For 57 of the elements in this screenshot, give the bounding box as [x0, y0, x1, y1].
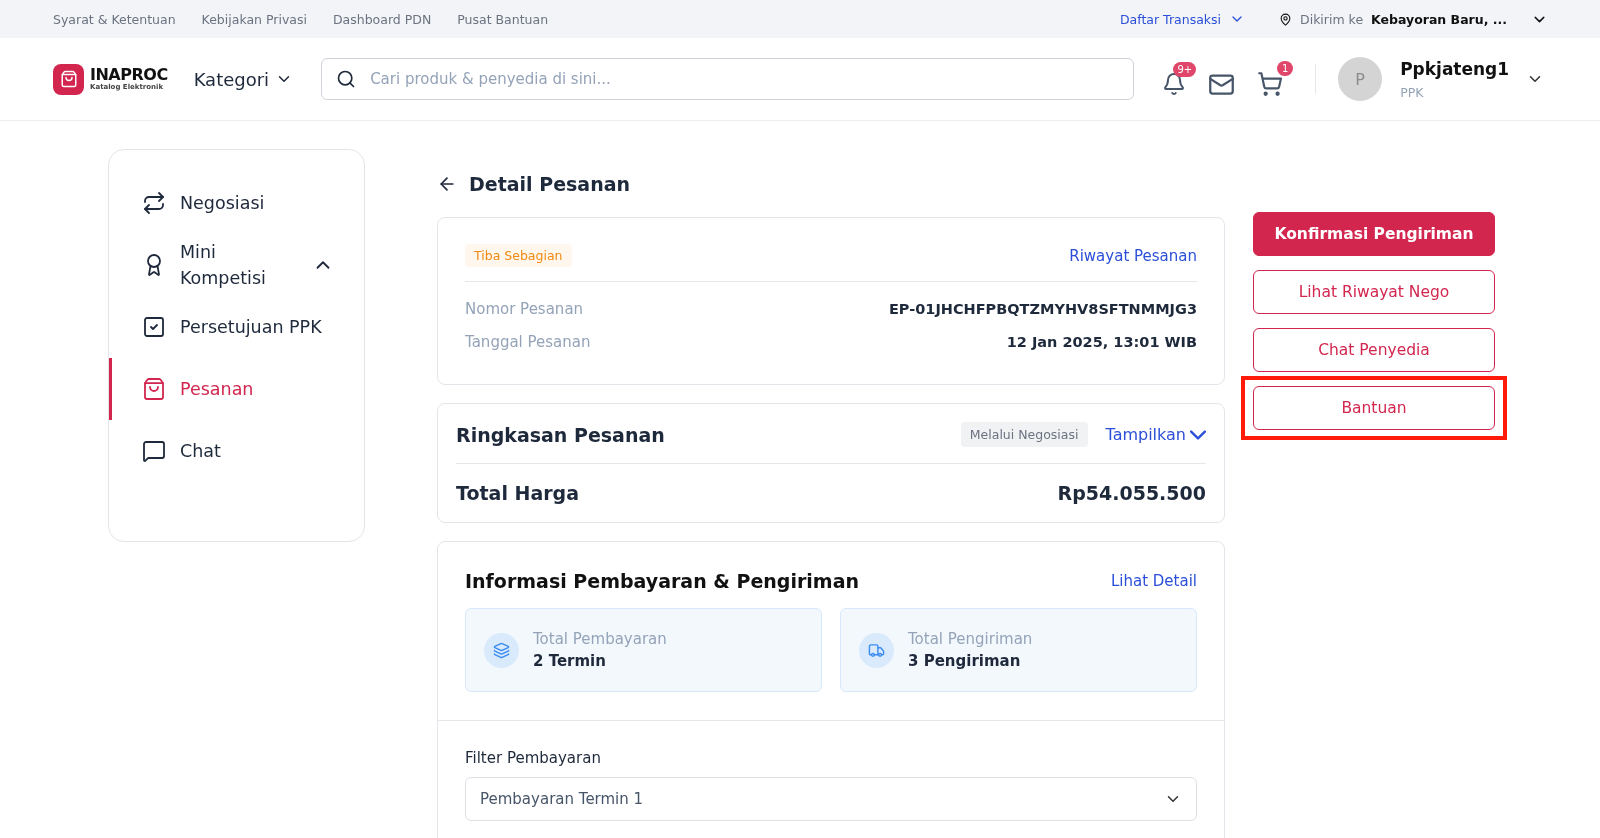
- cart-button[interactable]: 1: [1257, 61, 1294, 97]
- order-history-link[interactable]: Riwayat Pesanan: [1069, 246, 1197, 265]
- page-title: Detail Pesanan: [469, 173, 631, 195]
- negotiation-tag: Melalui Negosiasi: [960, 422, 1088, 447]
- sidebar-item[interactable]: Persetujuan PPK: [109, 296, 364, 358]
- sidebar-item[interactable]: Mini Kompetisi: [109, 234, 364, 296]
- action-button[interactable]: Bantuan: [1253, 386, 1495, 430]
- sidebar-item[interactable]: Negosiasi: [109, 172, 364, 234]
- top-link[interactable]: Pusat Bantuan: [457, 11, 549, 27]
- user-name: Ppkjateng1: [1400, 58, 1510, 79]
- logo-name: INAPROC: [90, 67, 168, 83]
- field-value: 12 Jan 2025, 13:01 WIB: [1006, 333, 1197, 350]
- field-value: EP-01JHCHFPBQTZMYHV8SFTNMMJG3: [888, 300, 1197, 317]
- chevron-down-icon: [1190, 429, 1206, 440]
- map-pin-icon: [1279, 12, 1293, 26]
- status-tag: Tiba Sebagian: [465, 244, 572, 267]
- sidebar-item[interactable]: Chat: [109, 420, 364, 482]
- user-role: PPK: [1400, 84, 1425, 100]
- category-menu[interactable]: Kategori: [193, 68, 294, 90]
- cart-icon: [1257, 71, 1284, 97]
- notification-bell-button[interactable]: 9+: [1162, 62, 1197, 96]
- total-value: Rp54.055.500: [1057, 482, 1206, 504]
- field-label: Tanggal Pesanan: [465, 332, 591, 351]
- detail-link[interactable]: Lihat Detail: [1110, 572, 1197, 590]
- filter-label: Filter Pembayaran: [465, 749, 602, 767]
- chat-bubble-icon: [142, 439, 166, 463]
- action-button[interactable]: Konfirmasi Pengiriman: [1253, 212, 1495, 256]
- delivery-location-button[interactable]: Dikirim ke Kebayoran Baru, ...: [1279, 10, 1548, 28]
- shopping-bag-icon: [142, 377, 166, 401]
- top-link[interactable]: Dashboard PDN: [332, 11, 432, 27]
- stat-value: 3 Pengiriman: [908, 652, 1022, 670]
- stat-value: 2 Termin: [533, 652, 607, 670]
- arrows-loop-icon: [142, 191, 166, 215]
- search-icon: [336, 69, 357, 89]
- section-title: Ringkasan Pesanan: [456, 423, 665, 446]
- cart-count: 1: [1277, 61, 1294, 76]
- top-link[interactable]: Syarat & Ketentuan: [53, 11, 176, 27]
- truck-glyph: [868, 641, 885, 659]
- show-toggle[interactable]: Tampilkan: [1105, 425, 1206, 444]
- action-button[interactable]: Chat Penyedia: [1253, 328, 1495, 372]
- checkbox-icon: [142, 315, 166, 339]
- shopping-bag-icon: [59, 70, 78, 88]
- bell-icon: [1162, 72, 1187, 96]
- notification-count: 9+: [1173, 62, 1197, 77]
- field-label: Nomor Pesanan: [465, 299, 584, 318]
- action-button[interactable]: Lihat Riwayat Nego: [1253, 270, 1495, 314]
- stat-label: Total Pengiriman: [908, 630, 1033, 648]
- top-link[interactable]: Kebijakan Privasi: [201, 11, 307, 27]
- layers-glyph: [493, 641, 510, 659]
- payment-filter-select[interactable]: Pembayaran Termin 1: [465, 777, 1197, 821]
- total-label: Total Harga: [456, 482, 580, 504]
- sidebar-item[interactable]: Pesanan: [109, 358, 364, 420]
- stat-label: Total Pembayaran: [533, 630, 667, 648]
- transactions-menu[interactable]: Daftar Transaksi: [1119, 11, 1246, 27]
- bag-logo-icon[interactable]: [53, 63, 84, 95]
- section-title: Informasi Pembayaran & Pengiriman: [465, 570, 859, 592]
- search-field[interactable]: Cari produk & penyedia di sini...: [321, 58, 1135, 100]
